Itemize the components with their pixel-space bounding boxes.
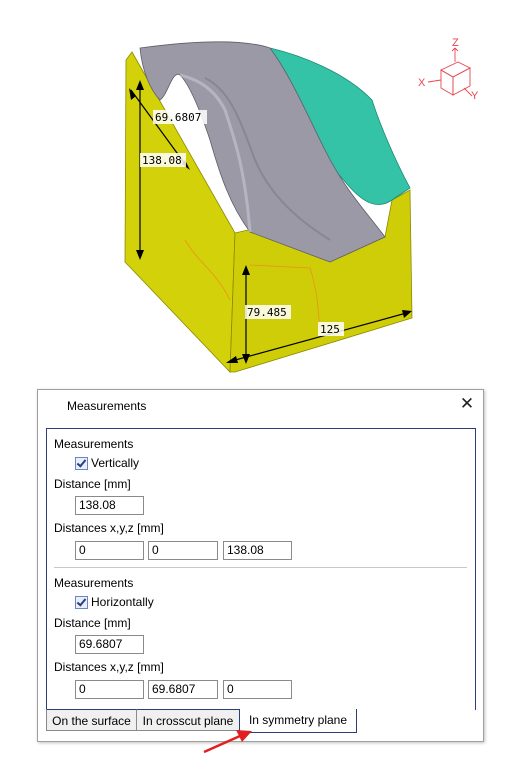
horizontal-y-field[interactable]: 69.6807 xyxy=(148,680,218,699)
horizontal-xyz-label: Distances x,y,z [mm] xyxy=(54,660,164,674)
vertically-checkbox[interactable] xyxy=(75,456,88,470)
vertical-y-field[interactable]: 0 xyxy=(148,541,218,560)
horizontally-checkbox-label: Horizontally xyxy=(91,595,154,609)
tab-in-crosscut-plane[interactable]: In crosscut plane xyxy=(136,709,240,731)
3d-viewport[interactable]: 69.6807 138.08 79.485 125 Z X Y xyxy=(0,0,512,380)
horizontal-x-field[interactable]: 0 xyxy=(75,680,144,699)
tab-bar: On the surface In crosscut plane In symm… xyxy=(46,709,476,733)
measurement-panel: Measurements Vertically Distance [mm] 13… xyxy=(46,428,476,710)
axis-x-label: X xyxy=(418,77,426,89)
axis-z-label: Z xyxy=(452,37,459,49)
vertical-distance-label: Distance [mm] xyxy=(54,477,131,491)
vertically-checkbox-row[interactable]: Vertically xyxy=(75,456,139,470)
horizontal-distance-label: Distance [mm] xyxy=(54,616,131,630)
dim-label-height-front: 79.485 xyxy=(247,306,287,319)
vertical-group-label: Measurements xyxy=(54,437,134,451)
tab-in-symmetry-plane[interactable]: In symmetry plane xyxy=(239,709,357,733)
axis-triad-icon xyxy=(427,47,473,97)
axis-y-label: Y xyxy=(471,90,479,102)
dim-label-width-overall: 69.6807 xyxy=(155,111,201,124)
dim-label-length-front: 125 xyxy=(320,323,340,336)
horizontal-z-field[interactable]: 0 xyxy=(223,680,292,699)
group-separator xyxy=(54,567,467,568)
dialog-title: Measurements xyxy=(67,399,147,413)
vertically-checkbox-label: Vertically xyxy=(91,456,140,470)
close-button[interactable]: ✕ xyxy=(455,393,479,415)
tab-on-the-surface[interactable]: On the surface xyxy=(46,709,137,731)
vertical-distance-field[interactable]: 138.08 xyxy=(75,496,144,515)
horizontal-distance-field[interactable]: 69.6807 xyxy=(75,635,144,654)
vertical-xyz-label: Distances x,y,z [mm] xyxy=(54,521,164,535)
horizontally-checkbox-row[interactable]: Horizontally xyxy=(75,595,154,609)
vertical-x-field[interactable]: 0 xyxy=(75,541,144,560)
measurements-dialog: Measurements ✕ Measurements Vertically D… xyxy=(37,389,484,742)
vertical-z-field[interactable]: 138.08 xyxy=(223,541,292,560)
dim-label-height-overall: 138.08 xyxy=(142,154,182,167)
horizontally-checkbox[interactable] xyxy=(75,595,88,609)
horizontal-group-label: Measurements xyxy=(54,576,134,590)
